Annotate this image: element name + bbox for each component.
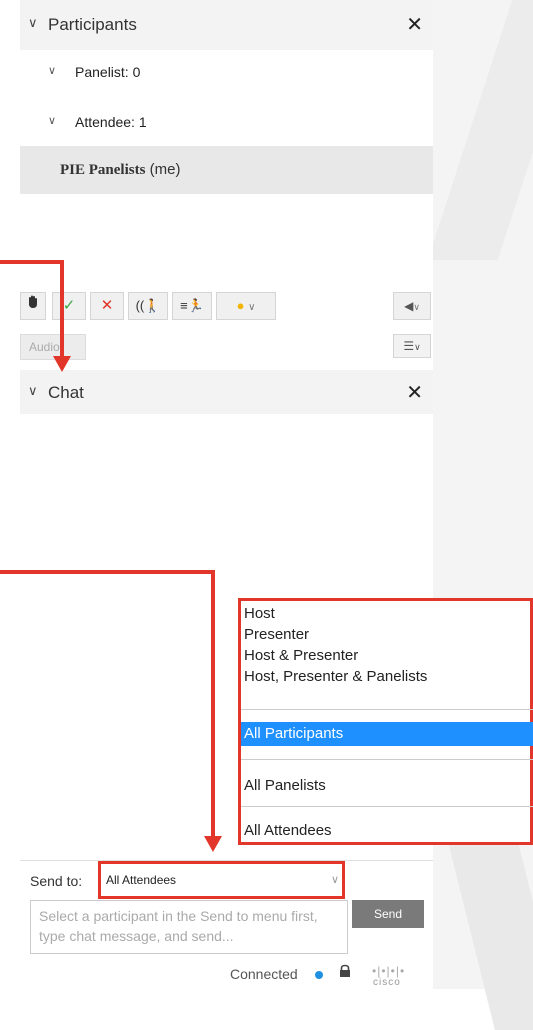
dropdown-option-host-presenter-panelists[interactable]: Host, Presenter & Panelists <box>244 668 427 685</box>
dropdown-option-all-panelists[interactable]: All Panelists <box>244 777 326 794</box>
annotation-arrowhead-1 <box>53 356 71 372</box>
send-to-dropdown-list[interactable]: Host Presenter Host & Presenter Host, Pr… <box>238 598 533 845</box>
dropdown-option-host[interactable]: Host <box>244 605 275 622</box>
annotation-arrow-1 <box>0 260 64 358</box>
dropdown-separator <box>241 806 533 807</box>
annotation-arrow-2 <box>0 570 215 838</box>
dropdown-separator <box>241 759 533 760</box>
annotation-arrowhead-2 <box>204 836 222 852</box>
dropdown-option-all-attendees[interactable]: All Attendees <box>244 822 332 839</box>
dropdown-separator <box>241 709 533 710</box>
dropdown-option-host-presenter[interactable]: Host & Presenter <box>244 647 358 664</box>
dropdown-option-presenter[interactable]: Presenter <box>244 626 309 643</box>
send-to-highlight-box <box>98 861 345 899</box>
dropdown-option-all-participants[interactable]: All Participants <box>241 722 533 746</box>
